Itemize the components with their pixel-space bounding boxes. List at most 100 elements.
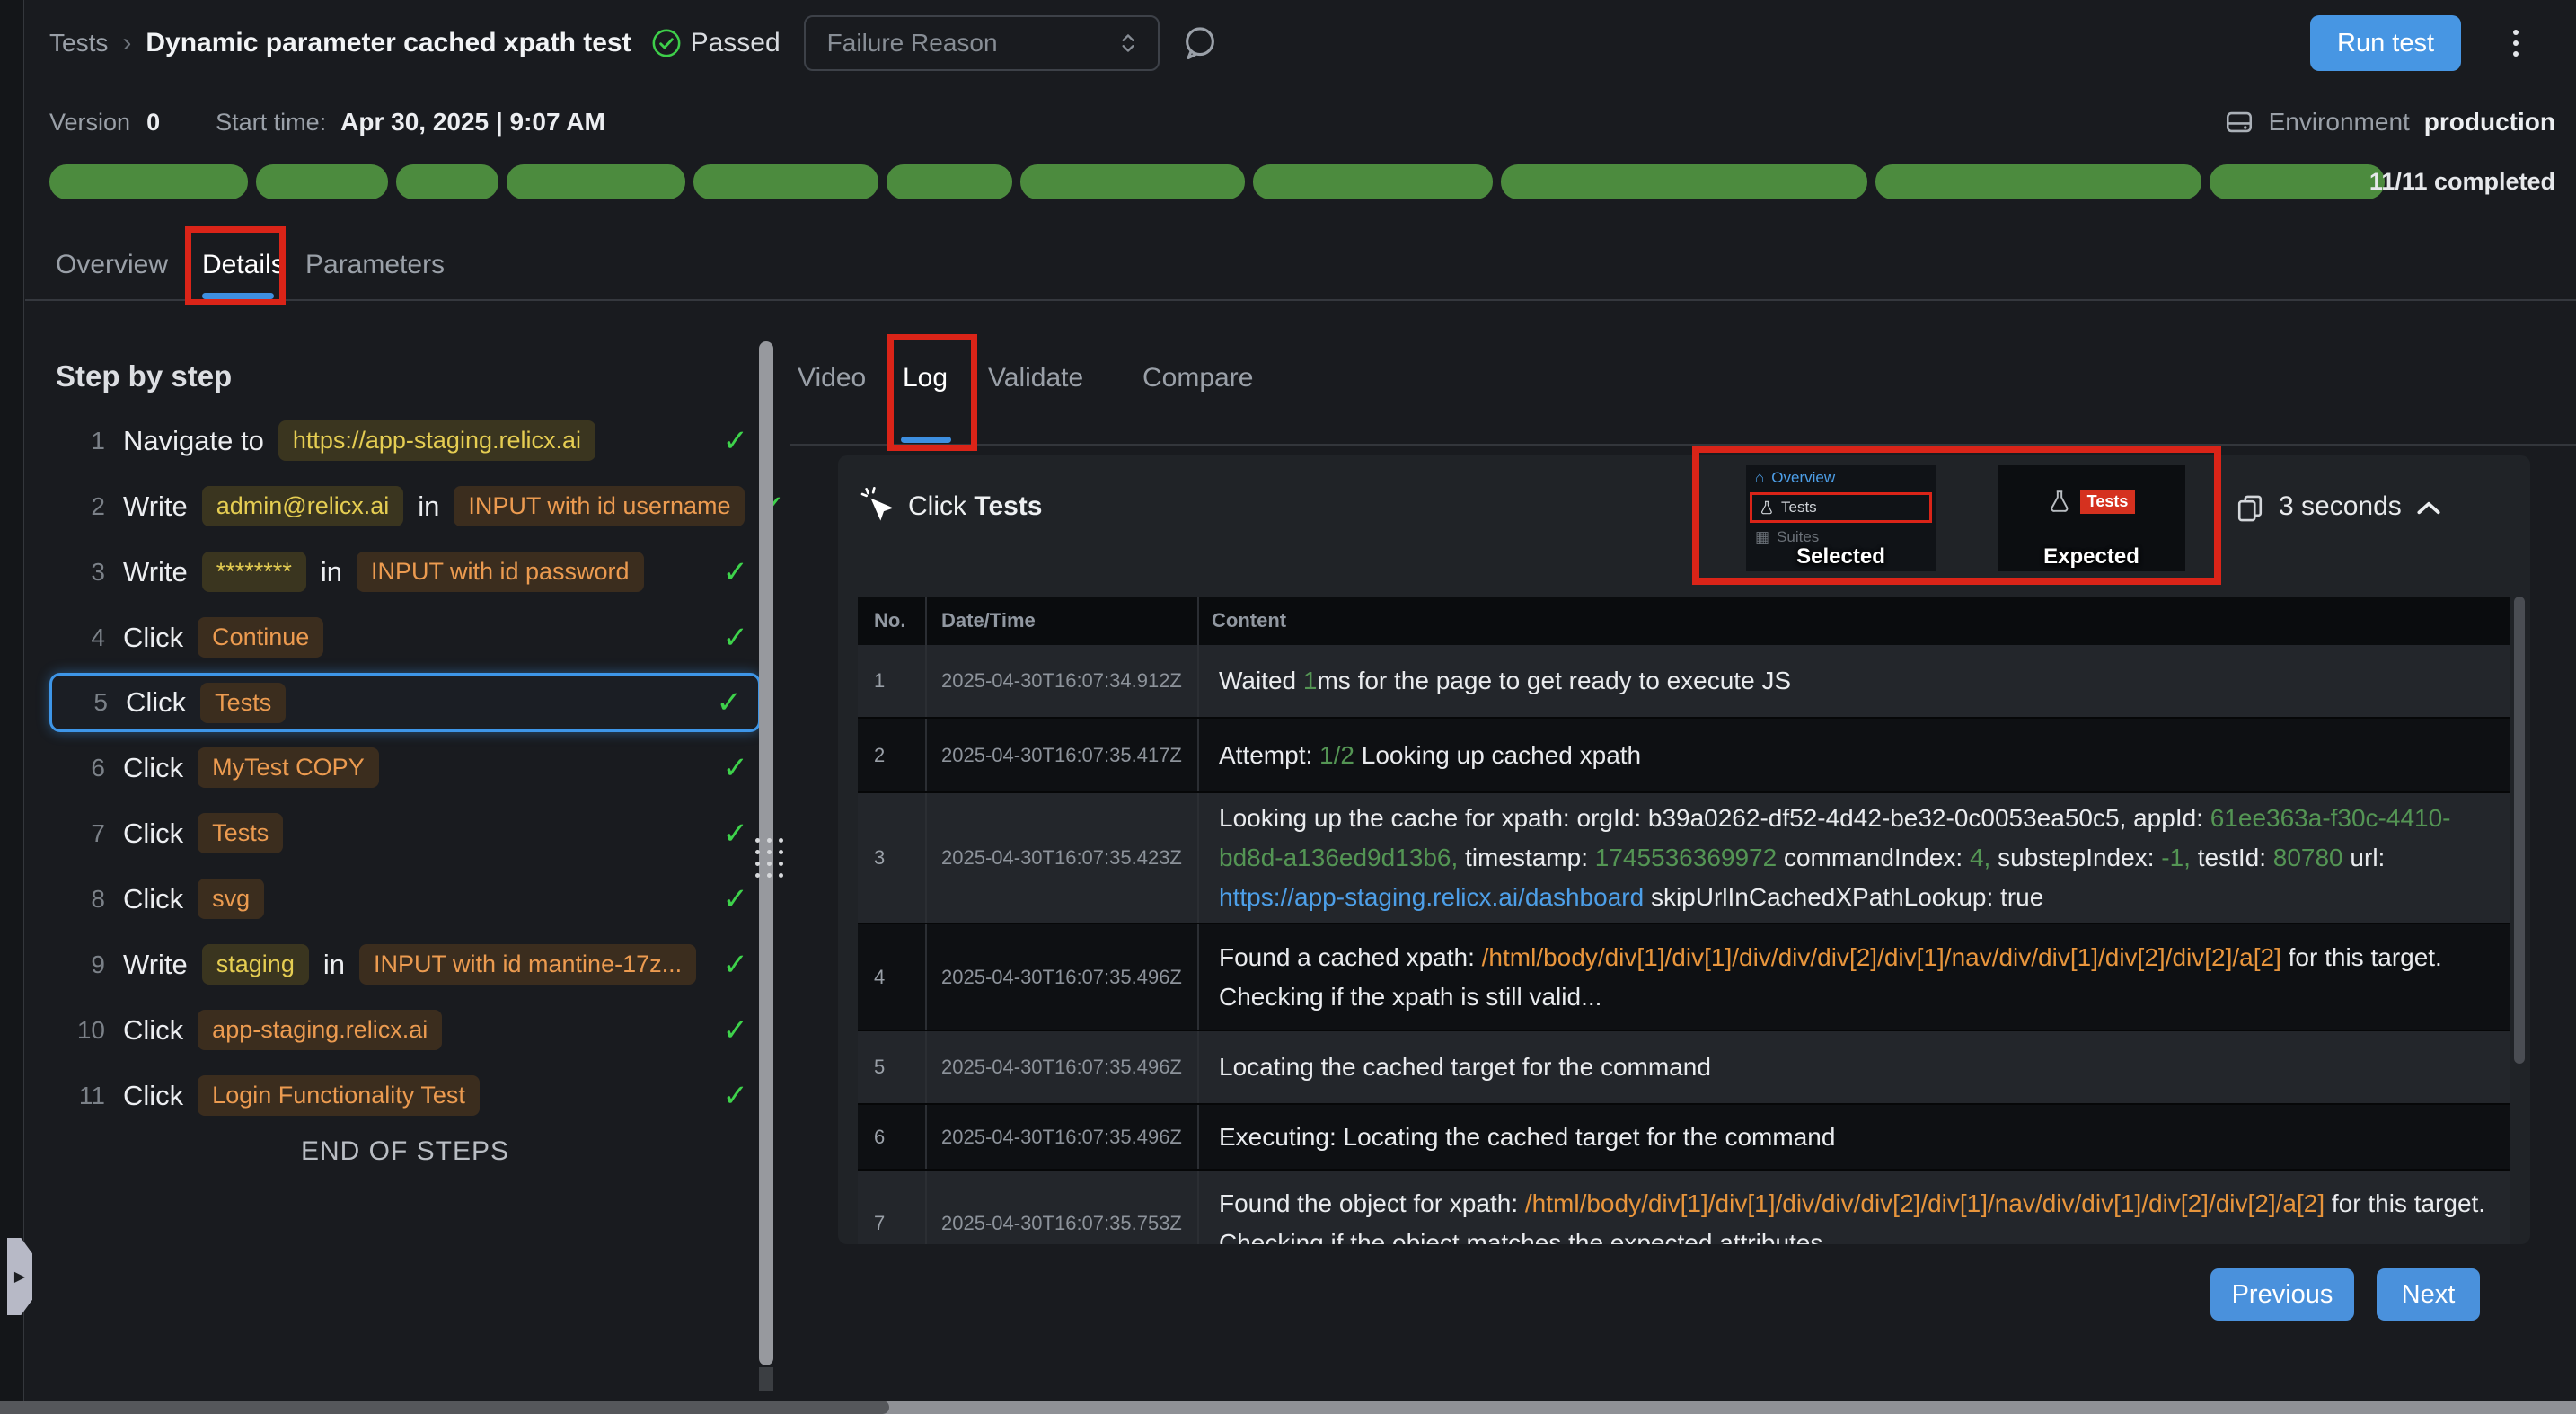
step-value-badge: staging bbox=[202, 944, 309, 985]
tab-details[interactable]: Details bbox=[202, 250, 285, 280]
progress-segment[interactable] bbox=[507, 164, 685, 199]
tab-parameters[interactable]: Parameters bbox=[305, 250, 445, 280]
tab-log[interactable]: Log bbox=[903, 363, 948, 393]
tab-overview[interactable]: Overview bbox=[56, 250, 168, 280]
step-action: Write bbox=[123, 490, 188, 523]
step-row[interactable]: 1 Navigate to https://app-staging.relicx… bbox=[49, 408, 761, 473]
step-target-badge: INPUT with id password bbox=[357, 552, 644, 592]
log-text-segment: 4, bbox=[1970, 844, 1990, 871]
start-time-value: Apr 30, 2025 | 9:07 AM bbox=[340, 108, 605, 137]
tab-compare[interactable]: Compare bbox=[1142, 363, 1253, 393]
progress-segment[interactable] bbox=[693, 164, 878, 199]
copy-icon[interactable] bbox=[2236, 493, 2264, 524]
click-cursor-icon bbox=[860, 486, 895, 526]
step-in-label: in bbox=[418, 490, 439, 523]
log-text-segment: timestamp: bbox=[1458, 844, 1594, 871]
step-row[interactable]: 7 Click Tests ✓ bbox=[49, 800, 761, 866]
progress-segment[interactable] bbox=[256, 164, 388, 199]
comment-bubble-icon[interactable] bbox=[1181, 24, 1219, 62]
step-number: 11 bbox=[49, 1082, 105, 1110]
step-number: 6 bbox=[49, 754, 105, 782]
log-row: 7 2025-04-30T16:07:35.753Z Found the obj… bbox=[858, 1171, 2510, 1244]
failure-reason-placeholder: Failure Reason bbox=[827, 29, 1116, 57]
step-number: 9 bbox=[49, 950, 105, 979]
step-target-badge: INPUT with id username bbox=[454, 486, 745, 526]
step-target-badge: app-staging.relicx.ai bbox=[198, 1010, 442, 1050]
step-action: Click bbox=[123, 622, 183, 654]
step-action: Write bbox=[123, 556, 188, 588]
steps-panel-title: Step by step bbox=[56, 359, 232, 393]
log-row: 5 2025-04-30T16:07:35.496Z Locating the … bbox=[858, 1031, 2510, 1105]
step-row[interactable]: 4 Click Continue ✓ bbox=[49, 605, 761, 670]
step-row[interactable]: 10 Click app-staging.relicx.ai ✓ bbox=[49, 997, 761, 1063]
horizontal-scrollbar-thumb[interactable] bbox=[0, 1401, 889, 1414]
step-row[interactable]: 6 Click MyTest COPY ✓ bbox=[49, 735, 761, 800]
kebab-menu-icon[interactable] bbox=[2508, 24, 2524, 62]
step-row[interactable]: 3 Write ******** in INPUT with id passwo… bbox=[49, 539, 761, 605]
log-text-segment: ms for the page to get ready to execute … bbox=[1317, 667, 1791, 694]
step-row-selected[interactable]: 5 Click Tests ✓ bbox=[49, 673, 761, 732]
previous-button[interactable]: Previous bbox=[2210, 1268, 2354, 1321]
log-row-time: 2025-04-30T16:07:35.423Z bbox=[925, 793, 1197, 923]
step-check-icon: ✓ bbox=[723, 620, 749, 656]
breadcrumb-tests-link[interactable]: Tests bbox=[49, 29, 108, 57]
col-content: Content bbox=[1197, 597, 2510, 645]
progress-segment[interactable] bbox=[396, 164, 498, 199]
step-action: Click bbox=[123, 1014, 183, 1047]
detail-tabs-divider bbox=[790, 444, 2576, 446]
log-text-segment: Looking up the cache for xpath: orgId: b… bbox=[1219, 804, 2210, 832]
log-text-segment: Locating the cached target for the comma… bbox=[1219, 1053, 1711, 1081]
log-text-segment: substepIndex: bbox=[1990, 844, 2161, 871]
progress-segment[interactable] bbox=[1253, 164, 1493, 199]
step-check-icon: ✓ bbox=[723, 750, 749, 786]
log-row: 3 2025-04-30T16:07:35.423Z Looking up th… bbox=[858, 793, 2510, 924]
log-table-header: No. Date/Time Content bbox=[858, 597, 2510, 645]
grid-icon: ▦ bbox=[1755, 528, 1769, 546]
run-test-button[interactable]: Run test bbox=[2310, 15, 2461, 71]
log-text-segment: /html/body/div[1]/div[1]/div/div/div[2]/… bbox=[1482, 943, 2281, 971]
progress-segment[interactable] bbox=[887, 164, 1012, 199]
log-step-title: Click Tests bbox=[908, 491, 1043, 522]
log-text-segment: commandIndex: bbox=[1777, 844, 1970, 871]
environment-icon bbox=[2224, 107, 2254, 137]
tab-validate[interactable]: Validate bbox=[988, 363, 1083, 393]
log-text-segment: 1/2 bbox=[1319, 741, 1354, 769]
step-row[interactable]: 9 Write staging in INPUT with id mantine… bbox=[49, 932, 761, 997]
flask-icon bbox=[1760, 499, 1774, 516]
log-row-no: 7 bbox=[858, 1171, 925, 1244]
chevron-up-icon[interactable] bbox=[2415, 499, 2442, 517]
step-row[interactable]: 8 Click svg ✓ bbox=[49, 866, 761, 932]
log-row-content: Waited 1ms for the page to get ready to … bbox=[1197, 645, 2510, 717]
log-scrollbar[interactable] bbox=[2514, 597, 2525, 1064]
step-row[interactable]: 2 Write admin@relicx.ai in INPUT with id… bbox=[49, 473, 761, 539]
progress-segment[interactable] bbox=[1020, 164, 1245, 199]
expected-thumbnail[interactable]: Tests Expected bbox=[1998, 465, 2185, 571]
selected-thumbnail-label: Selected bbox=[1746, 544, 1936, 570]
next-button[interactable]: Next bbox=[2377, 1268, 2480, 1321]
tabs-divider bbox=[25, 299, 2576, 301]
log-row-no: 3 bbox=[858, 793, 925, 923]
step-duration: 3 seconds bbox=[2279, 491, 2402, 522]
failure-reason-select[interactable]: Failure Reason bbox=[804, 15, 1160, 71]
col-datetime: Date/Time bbox=[925, 597, 1197, 645]
end-of-steps-label: END OF STEPS bbox=[49, 1136, 761, 1167]
log-text-segment: Attempt: bbox=[1219, 741, 1319, 769]
selected-thumbnail[interactable]: ⌂Overview Tests ▦Suites Selected bbox=[1746, 465, 1936, 571]
meta-row: Version 0 Start time: Apr 30, 2025 | 9:0… bbox=[49, 97, 2555, 147]
step-number: 4 bbox=[49, 623, 105, 652]
log-text-segment: url: bbox=[2343, 844, 2386, 871]
progress-segment[interactable] bbox=[1875, 164, 2201, 199]
panel-resize-handle-icon[interactable] bbox=[755, 838, 784, 879]
step-check-icon: ✓ bbox=[717, 685, 743, 720]
expand-panel-flap[interactable]: ▶ bbox=[7, 1238, 32, 1315]
tab-video[interactable]: Video bbox=[798, 363, 866, 393]
status-badge: Passed bbox=[651, 28, 781, 58]
log-row-no: 6 bbox=[858, 1105, 925, 1169]
step-number: 2 bbox=[49, 492, 105, 521]
log-row: 2 2025-04-30T16:07:35.417Z Attempt: 1/2 … bbox=[858, 719, 2510, 793]
progress-segment[interactable] bbox=[49, 164, 248, 199]
progress-segment[interactable] bbox=[2210, 164, 2385, 199]
step-row[interactable]: 11 Click Login Functionality Test ✓ bbox=[49, 1063, 761, 1128]
step-target-badge: Tests bbox=[200, 683, 286, 723]
progress-segment[interactable] bbox=[1501, 164, 1868, 199]
